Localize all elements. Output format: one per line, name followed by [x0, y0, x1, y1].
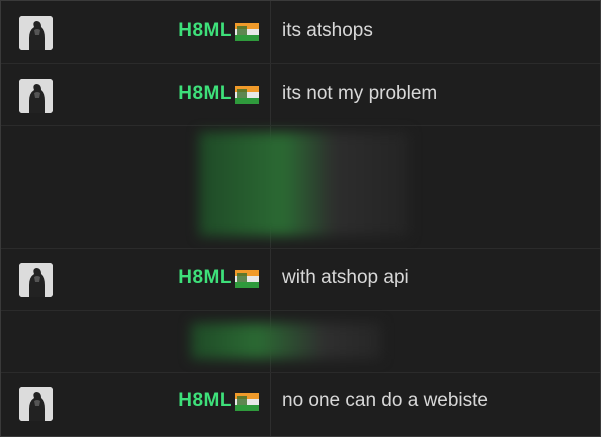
avatar-icon[interactable]: [19, 79, 53, 113]
chat-row: H8ML its not my problem: [1, 64, 600, 126]
flag-badge-icon: [235, 393, 259, 411]
chat-row-attachment: [1, 311, 600, 373]
username[interactable]: H8ML: [178, 267, 232, 289]
blurred-image-attachment[interactable]: [199, 132, 409, 236]
message-text: its not my problem: [282, 83, 438, 104]
message-text: its atshops: [282, 20, 373, 41]
flag-badge-icon: [235, 23, 259, 41]
chat-row: H8ML no one can do a webiste: [1, 373, 600, 436]
chat-log: H8ML its atshops H8ML its not my problem…: [0, 0, 601, 437]
username[interactable]: H8ML: [178, 390, 232, 412]
message-text: no one can do a webiste: [282, 390, 488, 411]
username[interactable]: H8ML: [178, 83, 232, 105]
message-text: with atshop api: [282, 267, 409, 288]
avatar-icon[interactable]: [19, 387, 53, 421]
chat-row: H8ML with atshop api: [1, 249, 600, 311]
avatar-icon[interactable]: [19, 263, 53, 297]
avatar-icon[interactable]: [19, 16, 53, 50]
chat-row: H8ML its atshops: [1, 1, 600, 64]
flag-badge-icon: [235, 270, 259, 288]
flag-badge-icon: [235, 86, 259, 104]
username[interactable]: H8ML: [178, 20, 232, 42]
chat-row-attachment: [1, 126, 600, 249]
blurred-image-attachment[interactable]: [191, 323, 381, 359]
